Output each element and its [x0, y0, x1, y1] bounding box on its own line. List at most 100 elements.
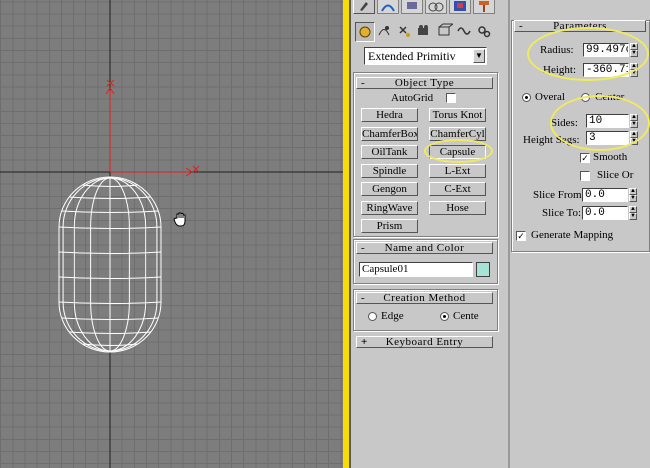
mesh-edge: [109, 301, 130, 352]
object-type-button[interactable]: Torus Knot: [429, 108, 486, 122]
object-type-button[interactable]: Gengon: [361, 182, 418, 196]
radio-edge[interactable]: [368, 312, 377, 321]
mesh-edge: [73, 301, 111, 352]
keyboard-entry-title: Keyboard Entry: [385, 336, 464, 348]
autogrid-checkbox[interactable]: [446, 93, 456, 103]
tab-motion[interactable]: [425, 0, 447, 14]
object-type-button[interactable]: Prism: [361, 219, 418, 233]
slice-from-input[interactable]: 0.0: [582, 188, 628, 202]
generate-mapping-checkbox[interactable]: ✓: [516, 231, 526, 241]
geometry-category-button[interactable]: [355, 22, 375, 42]
object-name-input[interactable]: Capsule01: [359, 262, 473, 277]
parameters-title: Parameters: [553, 20, 607, 32]
object-type-button[interactable]: ChamferCyl: [429, 126, 486, 141]
slice-on-label: Slice Or: [597, 169, 634, 181]
perspective-viewport[interactable]: [0, 0, 343, 468]
lights-category-button[interactable]: [395, 22, 415, 42]
category-dropdown[interactable]: Extended Primitiv ▼: [364, 47, 487, 65]
transform-gizmo[interactable]: [105, 79, 200, 177]
slice-to-input[interactable]: 0.0: [582, 206, 628, 220]
motion-tab-icon: [428, 2, 444, 12]
centers-label: Center: [595, 91, 625, 103]
radius-label: Radius:: [540, 44, 574, 56]
object-type-button[interactable]: OilTank: [361, 145, 418, 159]
smooth-label: Smooth: [593, 151, 628, 163]
name-and-color-title: Name and Color: [384, 242, 465, 254]
edge-label: Edge: [381, 310, 404, 322]
slice-to-label: Slice To:: [542, 207, 582, 219]
sides-input[interactable]: 10: [586, 114, 629, 128]
radius-input[interactable]: 99.497c: [583, 43, 629, 57]
mesh-edge: [90, 177, 111, 228]
slice-from-label: Slice From:: [533, 189, 585, 201]
systems-category-button[interactable]: [475, 22, 495, 42]
gears-icon: [478, 26, 491, 38]
object-type-header[interactable]: - Object Type: [356, 77, 493, 89]
slice-from-spinner[interactable]: ▲ ▼: [629, 188, 637, 202]
tab-modify[interactable]: [377, 0, 399, 14]
helpers-category-button[interactable]: [435, 22, 455, 42]
object-type-title: Object Type: [394, 77, 455, 89]
height-segs-label: Height Segs:: [523, 134, 580, 146]
height-segs-input[interactable]: 3: [586, 131, 629, 145]
mesh-edge: [109, 177, 147, 228]
height-input[interactable]: -360.71: [583, 63, 629, 77]
radius-spinner[interactable]: ▲ ▼: [630, 43, 638, 57]
keyboard-entry-header[interactable]: + Keyboard Entry: [356, 336, 493, 348]
viewport-grid: [0, 0, 343, 468]
height-label: Height:: [543, 64, 576, 76]
slice-to-spinner[interactable]: ▲ ▼: [629, 206, 637, 220]
hand-icon-shape: [173, 212, 186, 227]
light-icon: [399, 26, 410, 37]
sphere-icon: [359, 26, 371, 38]
object-type-button[interactable]: Hose: [429, 200, 486, 215]
height-segs-spinner[interactable]: ▲ ▼: [630, 131, 638, 145]
object-type-button[interactable]: ChamferBox: [361, 126, 418, 141]
spacewarps-category-button[interactable]: [455, 22, 475, 42]
hammer-icon: [479, 1, 489, 12]
parameters-panel: - Parameters Radius: 99.497c ▲ ▼ Height: …: [501, 0, 650, 468]
tab-hierarchy[interactable]: [401, 0, 423, 14]
command-panel: Extended Primitiv ▼ - Object Type AutoGr…: [351, 0, 501, 468]
overall-label: Overal: [535, 91, 565, 103]
sides-spinner[interactable]: ▲ ▼: [630, 114, 638, 128]
object-type-button[interactable]: Spindle: [361, 163, 418, 178]
object-type-button[interactable]: Hedra: [361, 108, 418, 122]
mesh-edge: [73, 177, 111, 228]
cameras-category-button[interactable]: [415, 22, 435, 42]
object-type-button[interactable]: C-Ext: [429, 182, 486, 196]
parameters-header[interactable]: - Parameters: [514, 20, 646, 32]
category-dropdown-value: Extended Primitiv: [368, 49, 456, 63]
chevron-down-icon[interactable]: ▼: [473, 49, 485, 63]
pan-hand-cursor-icon: [173, 212, 186, 227]
creation-method-header[interactable]: - Creation Method: [356, 292, 493, 304]
spacewarp-icon: [457, 27, 471, 35]
mesh-edge: [62, 301, 111, 352]
center-label: Cente: [453, 310, 479, 322]
modify-tab-icon: [381, 4, 395, 12]
autogrid-label: AutoGrid: [391, 92, 434, 104]
height-spinner[interactable]: ▲ ▼: [630, 63, 638, 77]
mesh-edge: [109, 301, 147, 352]
object-type-button[interactable]: Capsule: [429, 145, 486, 159]
capsule-wireframe[interactable]: [58, 176, 162, 353]
smooth-checkbox[interactable]: ✓: [580, 153, 590, 163]
object-type-button[interactable]: RingWave: [361, 200, 418, 215]
radio-center[interactable]: [440, 312, 449, 321]
camera-icon: [418, 25, 428, 35]
radio-overall[interactable]: [522, 93, 531, 102]
sides-label: Sides:: [551, 117, 578, 129]
gizmo-axis: [192, 165, 200, 173]
tab-create[interactable]: [353, 0, 375, 14]
object-type-button[interactable]: L-Ext: [429, 163, 486, 178]
shapes-icon: [378, 26, 390, 36]
name-and-color-header[interactable]: - Name and Color: [356, 242, 493, 254]
panel-divider-right: [508, 0, 510, 468]
shapes-category-button[interactable]: [375, 22, 395, 42]
object-color-swatch[interactable]: [476, 262, 490, 277]
tab-utilities[interactable]: [473, 0, 495, 14]
generate-mapping-label: Generate Mapping: [531, 229, 614, 241]
tab-display[interactable]: [449, 0, 471, 14]
slice-on-checkbox[interactable]: [580, 171, 590, 181]
radio-centers[interactable]: [581, 93, 590, 102]
